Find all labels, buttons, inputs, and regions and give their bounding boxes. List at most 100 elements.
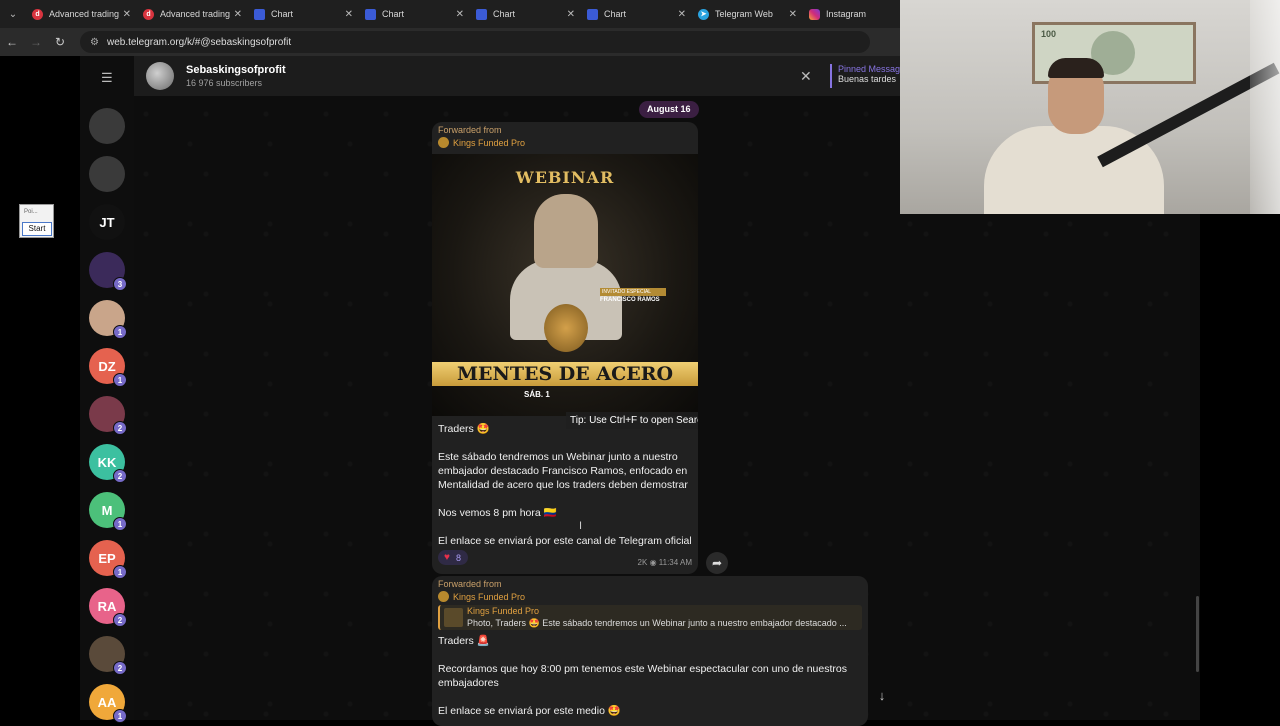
chat-avatar[interactable]: 1 xyxy=(89,300,127,339)
close-pinned-icon[interactable]: ✕ xyxy=(800,68,812,85)
image-banner: MENTES DE ACERO xyxy=(432,362,698,386)
quote-title: Kings Funded Pro xyxy=(467,606,540,616)
reaction-count: 8 xyxy=(455,552,461,563)
avatar-initials: M xyxy=(101,502,113,518)
channel-title[interactable]: Sebaskingsofprofit xyxy=(186,64,286,76)
chat-avatar[interactable]: KK 2 xyxy=(89,444,127,483)
browser-toolbar: ← → ↻ ⚙ web.telegram.org/k/#@sebaskingso… xyxy=(0,28,900,56)
message-bubble[interactable]: Forwarded from Kings Funded Pro Kings Fu… xyxy=(432,576,868,726)
tab-search-icon[interactable]: ⌄ xyxy=(0,0,26,28)
browser-tab[interactable]: Chart ✕ xyxy=(248,0,359,28)
forwarded-label: Forwarded from xyxy=(438,125,502,135)
forwarded-source[interactable]: Kings Funded Pro xyxy=(438,591,525,602)
d-icon: d xyxy=(143,8,154,20)
forwarded-source[interactable]: Kings Funded Pro xyxy=(438,137,525,148)
chat-list-column: ☰ JT 3 1 DZ 1 2 KK 2 M 1 EP 1 RA 2 2 AA 1 xyxy=(80,56,134,723)
widget-start-button[interactable]: Start xyxy=(22,222,52,236)
close-tab-icon[interactable]: ✕ xyxy=(567,9,575,20)
chat-avatar[interactable]: 2 xyxy=(89,396,127,435)
image-date: SÁB. 1 xyxy=(524,390,550,399)
browser-tab[interactable]: Chart ✕ xyxy=(470,0,581,28)
close-tab-icon[interactable]: ✕ xyxy=(789,9,797,20)
chat-avatar[interactable]: M1 xyxy=(89,492,127,531)
quote-thumbnail xyxy=(444,608,463,627)
source-name: Kings Funded Pro xyxy=(453,591,526,602)
unread-badge: 1 xyxy=(113,517,127,531)
browser-tab[interactable]: ➤ Telegram Web ✕ xyxy=(692,0,803,28)
chat-avatar[interactable] xyxy=(89,156,125,192)
person-hair xyxy=(1048,58,1104,78)
chat-avatar[interactable]: DZ 1 xyxy=(89,348,127,387)
close-tab-icon[interactable]: ✕ xyxy=(123,9,131,20)
chart-icon xyxy=(587,8,598,20)
pinned-body: Buenas tardes xyxy=(838,74,897,84)
close-tab-icon[interactable]: ✕ xyxy=(456,9,464,20)
menu-icon[interactable]: ☰ xyxy=(101,70,113,86)
unread-badge: 2 xyxy=(113,421,127,435)
unread-badge: 2 xyxy=(113,661,127,675)
forward-share-icon[interactable]: ➦ xyxy=(706,552,728,574)
message-paragraph: Nos vemos 8 pm hora 🇨🇴 xyxy=(438,507,557,519)
browser-tab[interactable]: Chart ✕ xyxy=(581,0,692,28)
channel-avatar[interactable] xyxy=(146,62,174,90)
avatar-initials: KK xyxy=(97,454,117,470)
pinned-title: Pinned Message xyxy=(838,64,900,74)
unread-badge: 1 xyxy=(113,325,127,339)
address-bar[interactable]: ⚙ web.telegram.org/k/#@sebaskingsofprofi… xyxy=(80,31,870,53)
tab-title: Advanced trading xyxy=(49,9,119,19)
floating-widget: Poi... Start xyxy=(19,204,54,238)
tab-title: Advanced trading xyxy=(160,9,230,19)
chat-avatar[interactable]: 3 xyxy=(89,252,127,291)
quote-body: Photo, Traders 🤩 Este sábado tendremos u… xyxy=(467,618,847,628)
message-paragraph: El enlace se enviará por este medio 🤩 xyxy=(438,705,621,717)
close-tab-icon[interactable]: ✕ xyxy=(345,9,353,20)
tab-title: Chart xyxy=(271,9,294,19)
chat-avatar[interactable]: JT xyxy=(89,204,125,240)
close-tab-icon[interactable]: ✕ xyxy=(678,9,686,20)
widget-input[interactable]: Poi... xyxy=(22,207,52,220)
message-paragraph: Traders 🤩 xyxy=(438,423,490,435)
left-gutter xyxy=(0,56,80,720)
date-pill: August 16 xyxy=(639,101,699,118)
d-icon: d xyxy=(32,8,43,20)
reply-quote[interactable]: Kings Funded Pro Photo, Traders 🤩 Este s… xyxy=(438,605,862,630)
image-person xyxy=(534,194,598,268)
image-title: WEBINAR xyxy=(515,168,615,187)
browser-tab[interactable]: Chart ✕ xyxy=(359,0,470,28)
text-cursor-icon: I xyxy=(579,520,583,532)
forward-icon[interactable]: → xyxy=(24,35,48,49)
avatar-initials: JT xyxy=(99,214,115,230)
chart-icon xyxy=(365,8,376,20)
browser-tab[interactable]: Instagram✕ xyxy=(803,0,914,28)
chat-avatar[interactable]: AA 1 xyxy=(89,684,127,723)
tab-title: Chart xyxy=(493,9,516,19)
chat-avatar[interactable] xyxy=(89,108,125,144)
tab-title: Chart xyxy=(604,9,627,19)
webinar-image[interactable]: WEBINAR INVITADO ESPECIAL FRANCISCO RAMO… xyxy=(432,154,698,429)
chat-avatar[interactable]: RA 2 xyxy=(89,588,127,627)
close-tab-icon[interactable]: ✕ xyxy=(234,9,242,20)
reload-icon[interactable]: ↻ xyxy=(48,35,72,49)
message-paragraph: El enlace se enviará por este canal de T… xyxy=(438,535,692,547)
site-info-icon[interactable]: ⚙ xyxy=(90,37,99,48)
chat-avatar[interactable]: EP 1 xyxy=(89,540,127,579)
message-paragraph: Recordamos que hoy 8:00 pm tenemos este … xyxy=(438,663,847,689)
chat-avatar[interactable]: 2 xyxy=(89,636,127,675)
avatar-initials: EP xyxy=(98,550,116,566)
heart-reaction[interactable]: ♥ 8 xyxy=(438,550,468,565)
avatar-initials: RA xyxy=(97,598,117,614)
right-gutter xyxy=(1200,214,1280,720)
browser-tab[interactable]: d Advanced trading ✕ xyxy=(26,0,137,28)
scrollbar[interactable] xyxy=(1196,596,1199,672)
unread-badge: 1 xyxy=(113,373,127,387)
message-paragraph: Este sábado tendremos un Webinar junto a… xyxy=(438,451,688,491)
chat-header: Sebaskingsofprofit 16 976 subscribers ✕ … xyxy=(134,56,900,96)
pinned-message[interactable]: Pinned Message Buenas tardes xyxy=(830,64,900,88)
scroll-down-icon[interactable]: ↓ xyxy=(870,684,894,708)
tab-title: Telegram Web xyxy=(715,9,773,19)
message-bubble[interactable]: Forwarded from Kings Funded Pro WEBINAR … xyxy=(432,122,698,574)
browser-tab[interactable]: d Advanced trading ✕ xyxy=(137,0,248,28)
subscriber-count: 16 976 subscribers xyxy=(186,78,263,88)
image-guest-tag: INVITADO ESPECIAL xyxy=(600,288,666,296)
back-icon[interactable]: ← xyxy=(0,35,24,49)
